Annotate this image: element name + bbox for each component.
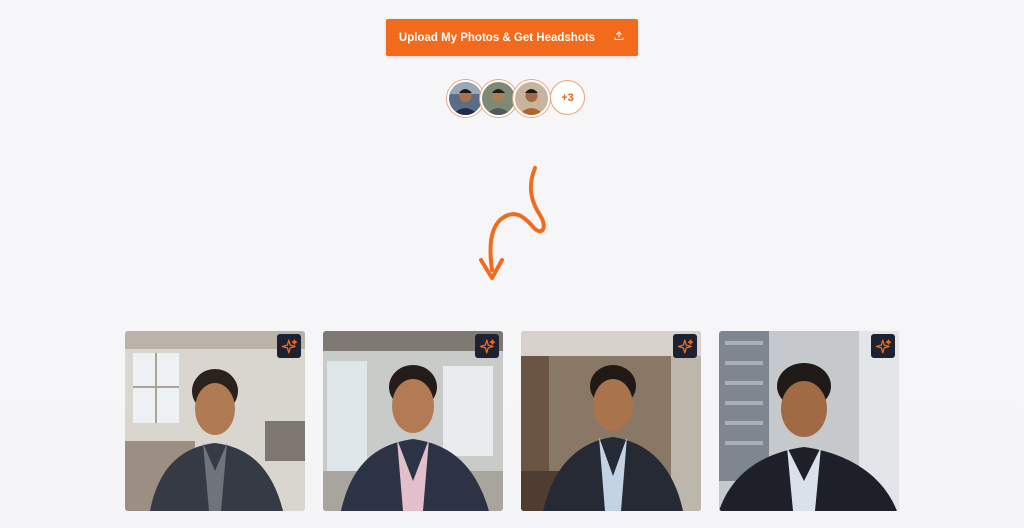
headshot-card[interactable] (521, 331, 701, 511)
curved-arrow-icon (479, 166, 546, 280)
headshot-gallery (125, 331, 900, 511)
headshot-card[interactable] (323, 331, 503, 511)
headshot-photo (323, 331, 503, 511)
upload-button-label: Upload My Photos & Get Headshots (398, 31, 596, 44)
headshot-photo (719, 331, 899, 511)
sparkle-icon (475, 334, 499, 358)
upload-icon (613, 30, 625, 45)
avatar (513, 80, 550, 117)
upload-photos-button[interactable]: Upload My Photos & Get Headshots (386, 19, 638, 56)
user-avatar-group: +3 (447, 80, 585, 117)
sparkle-icon (871, 334, 895, 358)
sparkle-icon (673, 334, 697, 358)
headshot-photo (521, 331, 701, 511)
avatar (480, 80, 517, 117)
more-avatars-badge: +3 (550, 80, 585, 115)
sparkle-icon (277, 334, 301, 358)
headshot-card[interactable] (719, 331, 899, 511)
avatar (447, 80, 484, 117)
headshot-card[interactable] (125, 331, 305, 511)
headshot-photo (125, 331, 305, 511)
